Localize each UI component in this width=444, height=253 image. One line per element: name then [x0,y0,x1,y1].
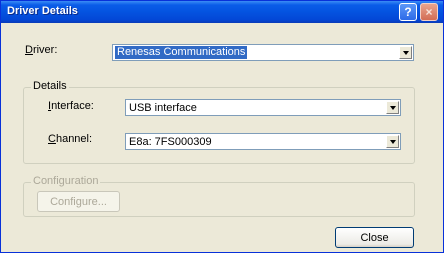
chevron-down-icon[interactable] [399,46,412,59]
driver-select[interactable]: Renesas Communications [112,44,414,61]
driver-value: Renesas Communications [115,46,248,59]
channel-select[interactable]: E8a: 7FS000309 [125,133,401,150]
close-window-icon[interactable]: × [420,3,438,21]
interface-value: USB interface [129,102,197,114]
window-title: Driver Details [7,5,78,17]
title-bar[interactable]: Driver Details ? × [1,1,443,23]
driver-label: Driver: [25,44,58,56]
close-button[interactable]: Close [335,227,414,248]
channel-label: Channel: [48,133,93,145]
details-legend: Details [31,80,69,92]
chevron-down-icon[interactable] [386,135,399,148]
chevron-down-icon[interactable] [386,101,399,114]
help-icon[interactable]: ? [399,3,417,21]
interface-select[interactable]: USB interface [125,99,401,116]
configuration-legend: Configuration [31,175,101,187]
interface-label: Interface: [48,100,94,112]
driver-details-dialog: Driver Details ? × Driver: Renesas Commu… [0,0,444,253]
configure-button[interactable]: Configure... [37,191,120,212]
channel-value: E8a: 7FS000309 [129,136,212,148]
